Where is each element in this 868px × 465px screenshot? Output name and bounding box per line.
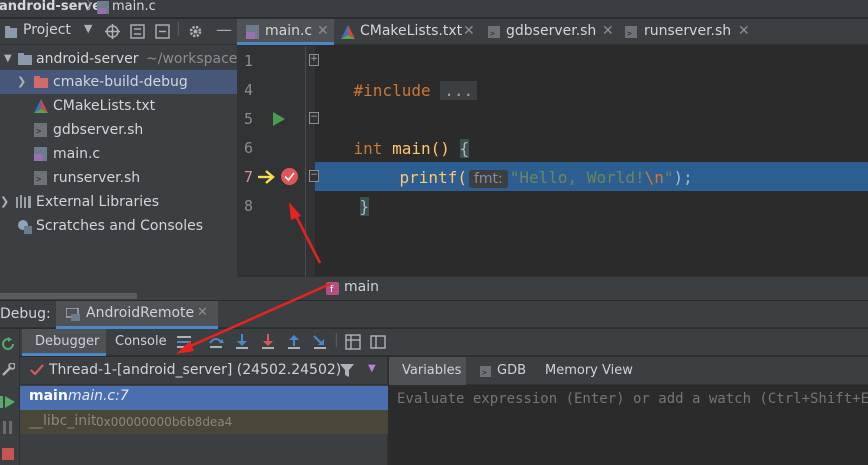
annotation-arrows [176,202,331,354]
annotation-arrow-to-breakpoint [293,213,322,264]
annotation-arrowhead [289,202,301,220]
annotation-arrow-to-thread [185,282,331,350]
annotation-arrowhead [176,341,194,354]
